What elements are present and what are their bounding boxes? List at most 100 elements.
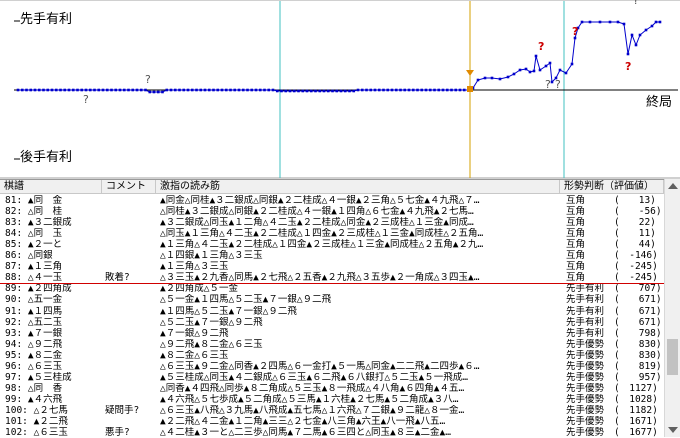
kifu-analysis-table[interactable]: 棋譜 コメント 激指の読み筋 形勢判断（評価値） 81: ▲同 金 ▲同金△同桂▲… <box>0 179 680 438</box>
table-row[interactable]: 102: △６三玉 悪手? △４二桂▲３一と△二三歩△同馬▲７二馬▲６三四と△同玉▲… <box>0 427 664 438</box>
scrollbar-thumb[interactable] <box>667 339 678 375</box>
header-judgement[interactable]: 形勢判断（評価値） <box>560 180 664 194</box>
evaluation-point <box>403 88 407 92</box>
row-move: 102: △６三玉 <box>5 427 68 438</box>
evaluation-point <box>630 33 634 37</box>
evaluation-point <box>224 88 228 92</box>
evaluation-point <box>458 88 462 92</box>
table-row[interactable]: 100: △２七馬 疑問手? △６三玉▲八飛△３九馬▲八飛成▲五七馬△１六飛△７二銀… <box>0 405 664 416</box>
evaluation-point <box>152 90 156 94</box>
evaluation-point <box>59 88 62 92</box>
header-reading[interactable]: 激指の読み筋 <box>156 180 560 194</box>
table-row[interactable]: 86: △同銀 △１四銀▲１三角△３三玉 互角 ( -146) <box>0 250 664 261</box>
table-row[interactable]: 95: ▲８二金 ▲８二金△６三玉 先手優勢 ( 830) <box>0 350 664 361</box>
scroll-up-icon[interactable] <box>668 183 678 189</box>
table-row[interactable]: 101: ▲２二飛 ▲２二飛△４二金▲１二角▲三三△２七金▲八三角▲六王▲八一飛▲… <box>0 416 664 427</box>
evaluation-point <box>165 88 169 92</box>
evaluation-point <box>548 61 552 65</box>
evaluation-point <box>532 69 536 73</box>
row-judgement: 互角 <box>566 206 586 218</box>
evaluation-point <box>348 89 351 93</box>
table-row[interactable]: 97: ▲５三桂成 ▲５三桂成△同玉▲４二銀成△６三玉▲６二飛▲６八銀打△５二玉▲… <box>0 372 664 383</box>
table-row[interactable]: 82: △同 桂 △同桂▲３二銀成△同銀▲２二桂成△４一銀▲１四角△６七金▲４九飛… <box>0 206 664 217</box>
table-row[interactable]: 99: ▲４六飛 ▲４六飛△５七歩成▲５二角成△５三馬▲１六桂▲２七馬▲５二角成▲… <box>0 394 664 405</box>
row-judgement: 先手有利 <box>566 316 605 328</box>
evaluation-point <box>534 54 538 58</box>
row-value: ( 671) <box>614 305 662 317</box>
question-mark-annotation: ? <box>555 78 561 91</box>
header-comment[interactable]: コメント <box>102 180 156 194</box>
table-row[interactable]: 93: ▲７一銀 ▲７一銀△９二飛 先手有利 ( 798) <box>0 328 664 339</box>
row-value: ( -245) <box>614 261 658 273</box>
row-reading: ▲１三角△３三玉 <box>160 261 229 273</box>
evaluation-point <box>326 89 330 93</box>
row-judgement: 先手優勢 <box>566 360 605 372</box>
evaluation-point <box>229 88 232 92</box>
table-row[interactable]: 92: △五二玉 △５二玉▲７一銀△９二飛 先手有利 ( 671) <box>0 317 664 328</box>
question-mark-annotation: ? <box>633 0 639 7</box>
table-row[interactable]: 87: ▲１三角 ▲１三角△３三玉 互角 ( -245) <box>0 261 664 272</box>
current-move-point <box>467 86 473 92</box>
evaluation-point <box>241 88 245 92</box>
table-row[interactable]: 83: ▲３二銀成 ▲３二銀成△同玉▲１二角△４二玉▲２二桂成△同金▲２三成桂△１… <box>0 217 664 228</box>
evaluation-point <box>634 43 638 47</box>
evaluation-point <box>626 52 630 56</box>
evaluation-point <box>411 88 415 92</box>
evaluation-point <box>654 20 658 24</box>
row-value: ( 1677) <box>614 427 658 438</box>
evaluation-point <box>538 68 542 72</box>
evaluation-point <box>80 88 84 92</box>
evaluation-point <box>220 88 224 92</box>
row-reading: △同桂▲３二銀成△同銀▲２二桂成△４一銀▲１四角△６七金▲４九飛▲２七馬… <box>160 206 474 218</box>
evaluation-graph[interactable]: ???????? 先手有利 後手有利 終局 <box>0 0 680 179</box>
row-move: 98: △同 香 <box>5 382 63 394</box>
row-judgement: 先手有利 <box>566 294 605 306</box>
evaluation-point <box>544 64 548 68</box>
current-move-marker-line <box>0 283 664 284</box>
evaluation-point <box>76 88 79 92</box>
evaluation-point <box>203 88 207 92</box>
row-reading: ▲７一銀△９二飛 <box>160 327 229 339</box>
row-value: ( 707) <box>614 283 662 295</box>
evaluation-point <box>250 88 254 92</box>
table-row[interactable]: 88: △４一玉 敗着? △３三玉▲２九香△同馬▲２七飛△２五香▲２九飛△３五歩▲２… <box>0 272 664 283</box>
row-judgement: 互角 <box>566 272 586 284</box>
graph-label-sente-advantage: 先手有利 <box>20 12 73 27</box>
evaluation-point <box>42 88 45 92</box>
question-mark-annotation: ? <box>83 93 89 106</box>
evaluation-point <box>50 88 54 92</box>
row-judgement: 先手優勢 <box>566 349 605 361</box>
header-kifu[interactable]: 棋譜 <box>0 180 102 194</box>
evaluation-point <box>20 88 24 92</box>
row-reading: △同香▲４四飛△同歩▲８二角成△５三玉▲８一飛成△４八角▲６四角▲４五… <box>160 382 465 394</box>
evaluation-point <box>416 88 419 92</box>
evaluation-point <box>424 88 428 92</box>
table-row[interactable]: 90: △五一金 △５一金▲１四馬△５二玉▲７一銀△９二飛 先手有利 ( 671) <box>0 294 664 305</box>
table-row[interactable]: 89: ▲２四角成 ▲２四角成△５一金 先手有利 ( 707) <box>0 283 664 294</box>
scroll-down-icon[interactable] <box>668 427 678 433</box>
table-row[interactable]: 96: △６三玉 △６三玉▲９二金△同香▲２四馬△６一金打▲５一馬△同金▲二二飛▲… <box>0 361 664 372</box>
row-move: 83: ▲３二銀成 <box>5 217 72 229</box>
evaluation-point <box>360 88 364 92</box>
evaluation-point <box>71 88 75 92</box>
table-row[interactable]: 84: △同 玉 △同玉▲１三角△４二玉▲２二桂成△１四金▲２三成桂△１三金▲同成… <box>0 228 664 239</box>
evaluation-point <box>33 88 37 92</box>
evaluation-point <box>84 88 88 92</box>
table-row[interactable]: 91: ▲１四馬 ▲１四馬△５二玉▲７一銀△９二飛 先手有利 ( 671) <box>0 306 664 317</box>
evaluation-graph-canvas[interactable]: ???????? <box>0 0 680 179</box>
row-judgement: 先手優勢 <box>566 382 605 394</box>
row-reading: ▲４六飛△５七歩成▲５二角成△５三馬▲１六桂▲２七馬▲５二角成▲３八… <box>160 393 459 405</box>
question-mark-annotation: ? <box>625 60 631 73</box>
evaluation-point <box>156 90 160 94</box>
table-row[interactable]: 98: △同 香 △同香▲４四飛△同歩▲８二角成△５三玉▲８一飛成△４八角▲６四角… <box>0 383 664 394</box>
vertical-scrollbar[interactable] <box>664 179 680 437</box>
row-reading: ▲同金△同桂▲３二銀成△同銀▲２二桂成△４一銀▲２三角△５七金▲４九飛△７… <box>160 195 480 206</box>
evaluation-point <box>25 88 28 92</box>
table-row[interactable]: 85: ▲２一と ▲１三角△４二玉▲２二桂成△１四金▲２三成桂△１三金▲同成桂△２… <box>0 239 664 250</box>
table-row[interactable]: 81: ▲同 金 ▲同金△同桂▲３二銀成△同銀▲２二桂成△４一銀▲２三角△５七金▲… <box>0 195 664 206</box>
evaluation-point <box>190 88 194 92</box>
row-judgement: 先手有利 <box>566 305 605 317</box>
row-value: ( 671) <box>614 294 662 306</box>
table-row[interactable]: 94: △９二飛 △９二飛▲８二金△６三玉 先手優勢 ( 830) <box>0 339 664 350</box>
evaluation-point <box>638 33 642 37</box>
